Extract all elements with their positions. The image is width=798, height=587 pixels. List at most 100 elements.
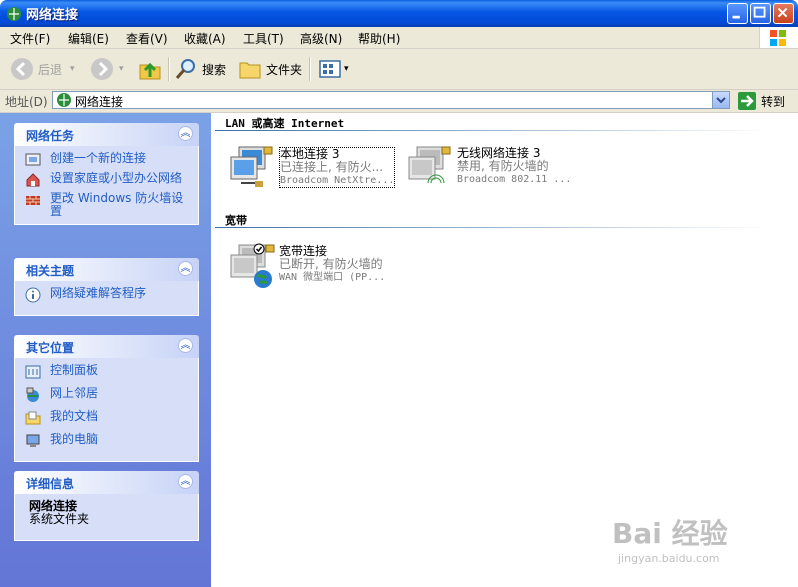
menu-edit[interactable]: 编辑(E) bbox=[68, 30, 109, 47]
place-my-computer[interactable]: 我的电脑 bbox=[25, 433, 190, 449]
toolbar: 后退 ▾ ▾ 搜索 文件夹 ▾ bbox=[0, 49, 798, 90]
maximize-button[interactable] bbox=[750, 3, 771, 24]
network-tasks-header[interactable]: 网络任务 ︽ bbox=[14, 123, 199, 146]
collapse-icon[interactable]: ︽ bbox=[178, 261, 193, 276]
forward-dropdown-icon[interactable]: ▾ bbox=[119, 64, 124, 74]
views-dropdown-icon[interactable]: ▾ bbox=[344, 64, 349, 74]
back-dropdown-icon[interactable]: ▾ bbox=[70, 64, 75, 74]
collapse-icon[interactable]: ︽ bbox=[178, 474, 193, 489]
connection-broadband[interactable]: 宽带连接 已断开, 有防火墙的 WAN 微型端口 (PP... bbox=[227, 243, 407, 289]
task-home-network[interactable]: 设置家庭或小型办公网络 bbox=[25, 172, 190, 188]
task-firewall-settings[interactable]: 更改 Windows 防火墙设置 bbox=[25, 192, 190, 218]
address-bar: 地址(D) 网络连接 转到 bbox=[0, 90, 798, 113]
connection-status: 禁用, 有防火墙的 bbox=[457, 159, 549, 173]
back-arrow-icon bbox=[11, 58, 33, 80]
network-places-icon bbox=[26, 387, 39, 402]
firewall-icon bbox=[26, 196, 40, 205]
title-bar[interactable]: 网络连接 bbox=[0, 0, 798, 27]
minimize-icon bbox=[732, 15, 740, 19]
my-documents-icon bbox=[25, 411, 41, 425]
connection-local-area-text: 本地连接 3 已连接上, 有防火... Broadcom NetXtre... bbox=[279, 147, 396, 188]
task-pane: 网络任务 ︽ 创建一个新的连接 设置家庭或小型办公网络 更改 Windows 防… bbox=[0, 113, 211, 587]
collapse-icon[interactable]: ︽ bbox=[178, 126, 193, 141]
minimize-button[interactable] bbox=[727, 3, 748, 24]
network-tasks-title: 网络任务 bbox=[26, 129, 75, 143]
address-dropdown-button[interactable] bbox=[712, 92, 729, 108]
folders-label: 文件夹 bbox=[266, 62, 303, 77]
baidu-watermark-url: jingyan.baidu.com bbox=[618, 552, 720, 565]
baidu-watermark: Bai 经验 bbox=[612, 517, 728, 550]
connection-local-area[interactable]: 本地连接 3 已连接上, 有防火... Broadcom NetXtre... bbox=[227, 145, 407, 191]
place-control-panel[interactable]: 控制面板 bbox=[25, 364, 190, 380]
connection-device: WAN 微型端口 (PP... bbox=[279, 272, 386, 283]
chevron-down-icon bbox=[716, 97, 726, 104]
related-topics-header[interactable]: 相关主题 ︽ bbox=[14, 258, 199, 281]
network-connections-icon bbox=[7, 7, 21, 21]
address-input[interactable]: 网络连接 bbox=[52, 91, 730, 109]
group-divider bbox=[215, 227, 775, 228]
place-network-neighborhood[interactable]: 网上邻居 bbox=[25, 387, 190, 403]
go-button[interactable]: 转到 bbox=[738, 92, 785, 110]
windows-flag-icon bbox=[770, 30, 786, 46]
views-icon bbox=[319, 60, 341, 78]
menu-bar: 文件(F) 编辑(E) 查看(V) 收藏(A) 工具(T) 高级(N) 帮助(H… bbox=[0, 27, 798, 49]
menu-advanced[interactable]: 高级(N) bbox=[300, 30, 342, 47]
collapse-icon[interactable]: ︽ bbox=[178, 338, 193, 353]
task-label: 设置家庭或小型办公网络 bbox=[50, 171, 183, 185]
lan-connection-icon bbox=[230, 146, 273, 187]
close-icon bbox=[777, 7, 788, 18]
close-button[interactable] bbox=[773, 3, 794, 24]
control-panel-icon bbox=[25, 365, 41, 379]
place-label: 我的文档 bbox=[50, 409, 99, 423]
task-create-connection[interactable]: 创建一个新的连接 bbox=[25, 152, 190, 168]
related-topics-title: 相关主题 bbox=[26, 264, 75, 278]
network-connections-icon bbox=[57, 93, 71, 107]
menu-view[interactable]: 查看(V) bbox=[126, 30, 168, 47]
info-icon bbox=[25, 287, 41, 303]
place-my-documents[interactable]: 我的文档 bbox=[25, 410, 190, 426]
back-label: 后退 bbox=[38, 62, 63, 77]
search-button[interactable]: 搜索 bbox=[174, 55, 226, 83]
connection-status: 已连接上, 有防火... bbox=[280, 160, 384, 174]
task-troubleshooter[interactable]: 网络疑难解答程序 bbox=[25, 287, 190, 303]
other-places-panel: 其它位置 ︽ 控制面板 网上邻居 我的文档 我的电脑 bbox=[14, 335, 199, 462]
menu-help[interactable]: 帮助(H) bbox=[358, 30, 400, 47]
views-button[interactable]: ▾ bbox=[318, 55, 349, 83]
back-button[interactable]: 后退 ▾ bbox=[10, 55, 75, 83]
menu-tools[interactable]: 工具(T) bbox=[243, 30, 284, 47]
network-tasks-panel: 网络任务 ︽ 创建一个新的连接 设置家庭或小型办公网络 更改 Windows 防… bbox=[14, 123, 199, 225]
place-label: 我的电脑 bbox=[50, 432, 99, 446]
menu-file[interactable]: 文件(F) bbox=[10, 30, 50, 47]
group-divider bbox=[215, 130, 775, 131]
task-label: 网络疑难解答程序 bbox=[50, 286, 147, 300]
task-label: 创建一个新的连接 bbox=[50, 151, 147, 165]
home-network-icon bbox=[26, 173, 40, 187]
window-title: 网络连接 bbox=[26, 8, 79, 23]
connection-device: Broadcom 802.11 ... bbox=[457, 174, 572, 185]
search-label: 搜索 bbox=[202, 62, 227, 77]
other-places-header[interactable]: 其它位置 ︽ bbox=[14, 335, 199, 358]
place-label: 控制面板 bbox=[50, 363, 99, 377]
details-title: 详细信息 bbox=[26, 477, 75, 491]
group-lan-title: LAN 或高速 Internet bbox=[225, 117, 345, 130]
forward-button[interactable]: ▾ bbox=[90, 55, 124, 83]
details-header[interactable]: 详细信息 ︽ bbox=[14, 471, 199, 494]
up-folder-button[interactable] bbox=[138, 55, 162, 83]
broadband-connection-icon bbox=[230, 243, 275, 288]
menu-favorites[interactable]: 收藏(A) bbox=[184, 30, 226, 47]
address-label: 地址(D) bbox=[5, 95, 48, 109]
wireless-connection-icon bbox=[408, 146, 451, 184]
go-label: 转到 bbox=[761, 94, 786, 109]
task-label: 更改 Windows 防火墙设置 bbox=[50, 191, 184, 218]
connection-broadband-text: 宽带连接 已断开, 有防火墙的 WAN 微型端口 (PP... bbox=[279, 245, 385, 284]
folders-icon bbox=[239, 62, 261, 79]
folders-button[interactable]: 文件夹 bbox=[238, 55, 302, 83]
place-label: 网上邻居 bbox=[50, 386, 99, 400]
connection-wireless[interactable]: 无线网络连接 3 禁用, 有防火墙的 Broadcom 802.11 ... bbox=[405, 145, 585, 191]
my-computer-icon bbox=[26, 434, 40, 447]
connection-wireless-text: 无线网络连接 3 禁用, 有防火墙的 Broadcom 802.11 ... bbox=[457, 147, 571, 186]
go-arrow-icon bbox=[738, 92, 756, 110]
connection-status: 已断开, 有防火墙的 bbox=[279, 257, 383, 271]
details-panel: 详细信息 ︽ 网络连接 系统文件夹 bbox=[14, 471, 199, 541]
search-icon bbox=[175, 59, 195, 79]
